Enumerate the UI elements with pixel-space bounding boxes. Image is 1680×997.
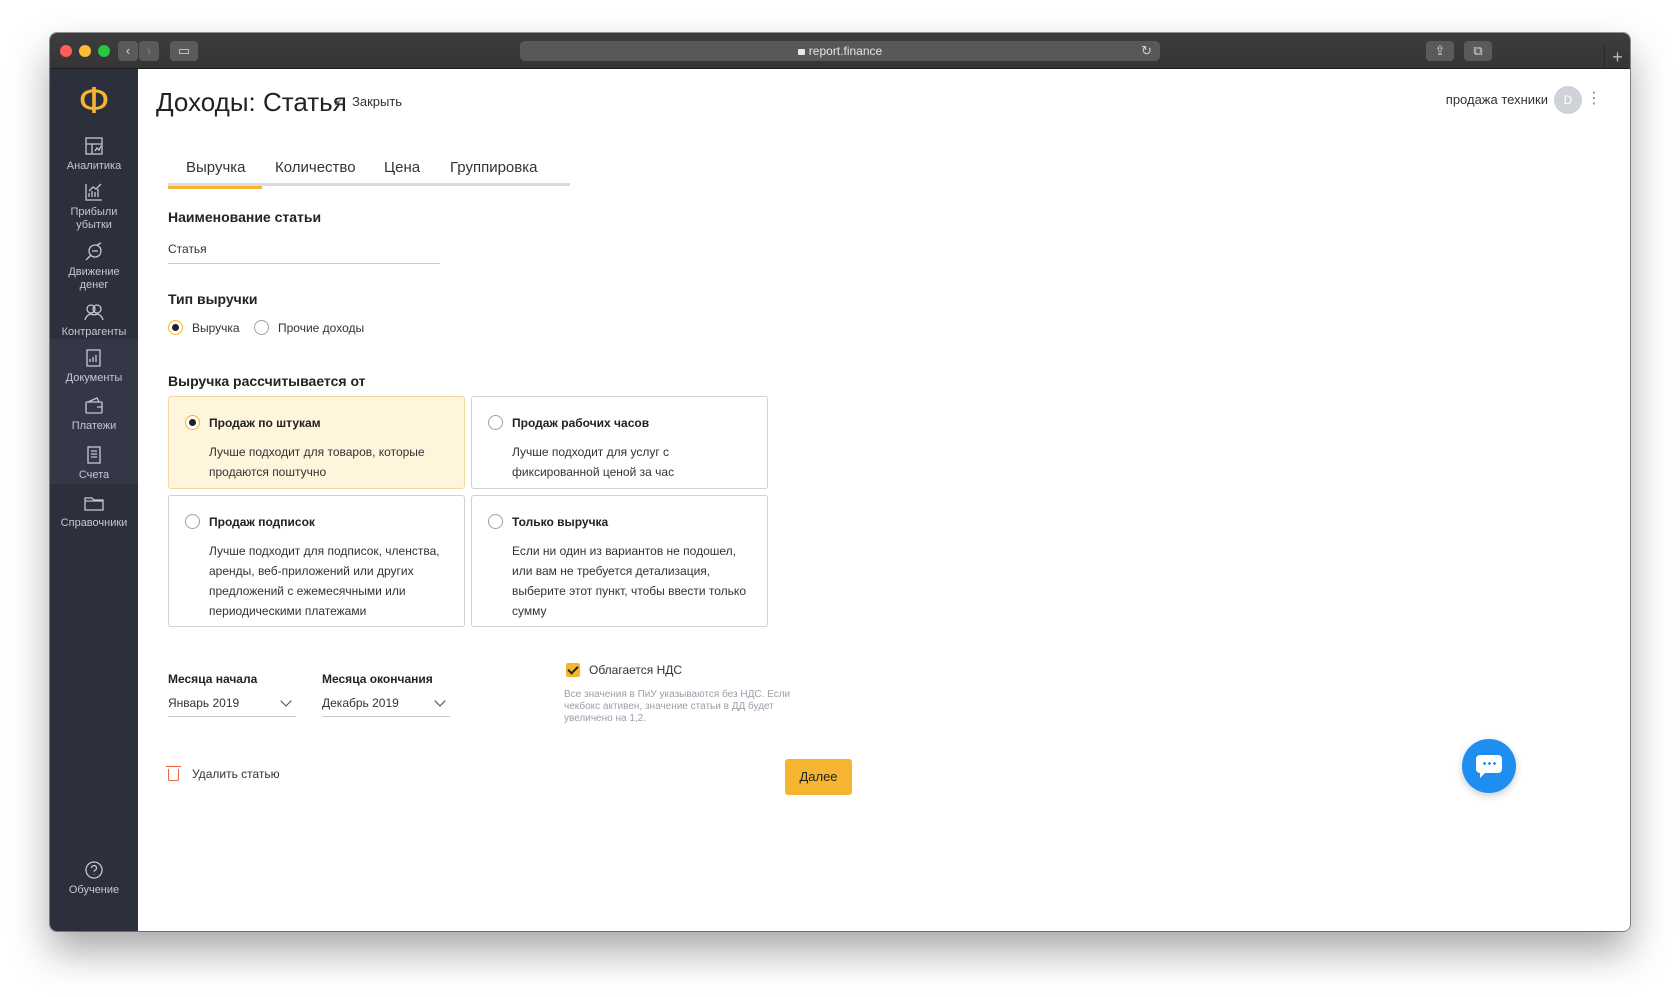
sidebar: Ф Аналитика Прибыли убытки Движение дене… bbox=[50, 69, 138, 931]
sidebar-item-analytics[interactable]: Аналитика bbox=[50, 135, 138, 173]
calc-option-title: Продаж подписок bbox=[209, 515, 315, 529]
end-month-value: Декабрь 2019 bbox=[322, 696, 399, 710]
sidebar-item-label: Обучение bbox=[68, 884, 120, 896]
type-other-income-radio[interactable] bbox=[254, 320, 269, 335]
calc-option-desc: Если ни один из вариантов не подошел, ил… bbox=[512, 544, 746, 618]
folder-icon bbox=[84, 497, 104, 511]
avatar[interactable]: D bbox=[1554, 86, 1582, 114]
end-month-select[interactable]: Декабрь 2019 bbox=[322, 695, 450, 717]
chevron-down-icon bbox=[280, 695, 292, 707]
app-logo[interactable]: Ф bbox=[50, 77, 138, 127]
sidebar-item-profit[interactable]: Прибыли убытки bbox=[50, 181, 138, 232]
page-title: Доходы: Статья bbox=[156, 87, 347, 117]
calc-option-title: Только выручка bbox=[512, 515, 609, 529]
tabs-overview-icon[interactable]: ⧉ bbox=[1464, 41, 1492, 61]
minimize-window-button[interactable] bbox=[79, 45, 91, 57]
start-month-label: Месяца начала bbox=[168, 672, 258, 686]
next-button[interactable]: Далее bbox=[785, 759, 852, 795]
share-icon[interactable]: ⇪ bbox=[1426, 41, 1454, 61]
sidebar-item-label: Счета bbox=[78, 469, 110, 481]
calc-option-desc: Лучше подходит для товаров, которые прод… bbox=[209, 445, 425, 479]
calc-option-units[interactable]: Продаж по штукам Лучше подходит для това… bbox=[168, 396, 465, 489]
start-month-select[interactable]: Январь 2019 bbox=[168, 695, 296, 717]
sidebar-toggle-icon[interactable]: ▭ bbox=[170, 41, 198, 61]
vat-checkbox-label[interactable]: Облагается НДС bbox=[589, 663, 682, 677]
calc-option-desc: Лучше подходит для услуг с фиксированной… bbox=[512, 445, 675, 479]
calc-option-hours[interactable]: Продаж рабочих часов Лучше подходит для … bbox=[471, 396, 768, 489]
browser-titlebar: ‹ › ▭ report.finance ↻ ⇪ ⧉ + bbox=[50, 33, 1630, 69]
sidebar-item-references[interactable]: Справочники bbox=[50, 492, 138, 530]
profit-chart-icon bbox=[85, 183, 102, 201]
start-month-value: Январь 2019 bbox=[168, 696, 240, 710]
sidebar-item-cashflow[interactable]: Движение денег bbox=[50, 241, 138, 292]
calc-option-revenue-only[interactable]: Только выручка Если ни один из вариантов… bbox=[471, 495, 768, 627]
tab-bar: Выручка Количество Цена Группировка bbox=[168, 157, 570, 189]
vat-checkbox[interactable] bbox=[566, 663, 580, 677]
close-window-button[interactable] bbox=[60, 45, 72, 57]
calc-option-radio[interactable] bbox=[185, 415, 200, 430]
sidebar-item-label: Прибыли убытки bbox=[70, 206, 118, 231]
money-flow-icon bbox=[85, 242, 102, 261]
tab-grouping[interactable]: Группировка bbox=[450, 157, 537, 186]
end-month-label: Месяца окончания bbox=[322, 672, 433, 686]
new-tab-icon[interactable]: + bbox=[1604, 45, 1630, 69]
article-name-input[interactable]: Статья bbox=[168, 240, 440, 264]
tab-price[interactable]: Цена bbox=[384, 157, 420, 186]
analytics-icon bbox=[85, 137, 103, 155]
address-bar[interactable]: report.finance ↻ bbox=[520, 41, 1160, 61]
documents-icon bbox=[86, 349, 101, 367]
help-icon bbox=[85, 861, 103, 879]
sidebar-item-help[interactable]: Обучение bbox=[50, 859, 138, 897]
calc-option-radio[interactable] bbox=[185, 514, 200, 529]
close-button[interactable]: Закрыть bbox=[352, 94, 402, 109]
tab-revenue[interactable]: Выручка bbox=[168, 157, 261, 189]
more-menu-icon[interactable]: ⋮ bbox=[1586, 89, 1602, 109]
trash-icon[interactable] bbox=[166, 766, 181, 781]
sidebar-item-label: Платежи bbox=[71, 420, 117, 432]
forward-icon[interactable]: › bbox=[139, 41, 159, 61]
contractors-icon bbox=[84, 304, 104, 321]
calc-section-label: Выручка рассчитывается от bbox=[168, 373, 366, 389]
url-text: report.finance bbox=[808, 44, 883, 58]
type-revenue-label[interactable]: Выручка bbox=[192, 321, 240, 335]
chat-button[interactable] bbox=[1462, 739, 1516, 793]
sidebar-item-payments[interactable]: Платежи bbox=[50, 387, 138, 436]
main-content: Доходы: Статья × Закрыть продажа техники… bbox=[138, 69, 1630, 931]
calc-option-title: Продаж рабочих часов bbox=[512, 416, 650, 430]
chat-icon bbox=[1476, 755, 1502, 778]
sidebar-item-label: Справочники bbox=[60, 517, 128, 529]
type-revenue-radio[interactable] bbox=[168, 320, 183, 335]
sidebar-item-label: Аналитика bbox=[66, 160, 122, 172]
zoom-window-button[interactable] bbox=[98, 45, 110, 57]
reload-icon[interactable]: ↻ bbox=[1141, 41, 1152, 61]
chevron-down-icon bbox=[434, 695, 446, 707]
browser-window: ‹ › ▭ report.finance ↻ ⇪ ⧉ + Ф Аналитика… bbox=[50, 33, 1630, 931]
close-icon[interactable]: × bbox=[334, 94, 342, 110]
sidebar-item-label: Движение денег bbox=[68, 266, 120, 291]
invoice-icon bbox=[87, 446, 101, 464]
back-icon[interactable]: ‹ bbox=[118, 41, 138, 61]
wallet-icon bbox=[85, 397, 103, 414]
sidebar-item-invoices[interactable]: Счета bbox=[50, 436, 138, 484]
sidebar-item-label: Документы bbox=[65, 372, 123, 384]
name-section-label: Наименование статьи bbox=[168, 209, 322, 225]
calc-option-subscriptions[interactable]: Продаж подписок Лучше подходит для подпи… bbox=[168, 495, 465, 627]
calc-option-radio[interactable] bbox=[488, 514, 503, 529]
calc-option-radio[interactable] bbox=[488, 415, 503, 430]
vat-hint: Все значения в ПиУ указываются без НДС. … bbox=[564, 689, 791, 724]
tab-quantity[interactable]: Количество bbox=[275, 157, 356, 186]
delete-article-button[interactable]: Удалить статью bbox=[192, 767, 280, 781]
calc-option-desc: Лучше подходит для подписок, членства, а… bbox=[209, 544, 440, 618]
lock-icon bbox=[797, 49, 805, 55]
sidebar-item-documents[interactable]: Документы bbox=[50, 339, 138, 387]
type-section-label: Тип выручки bbox=[168, 291, 258, 307]
sidebar-item-label: Контрагенты bbox=[61, 326, 127, 338]
type-other-income-label[interactable]: Прочие доходы bbox=[278, 321, 364, 335]
sidebar-item-contractors[interactable]: Контрагенты bbox=[50, 301, 138, 339]
calc-option-title: Продаж по штукам bbox=[209, 416, 321, 430]
company-selector[interactable]: продажа техники bbox=[1446, 92, 1548, 107]
